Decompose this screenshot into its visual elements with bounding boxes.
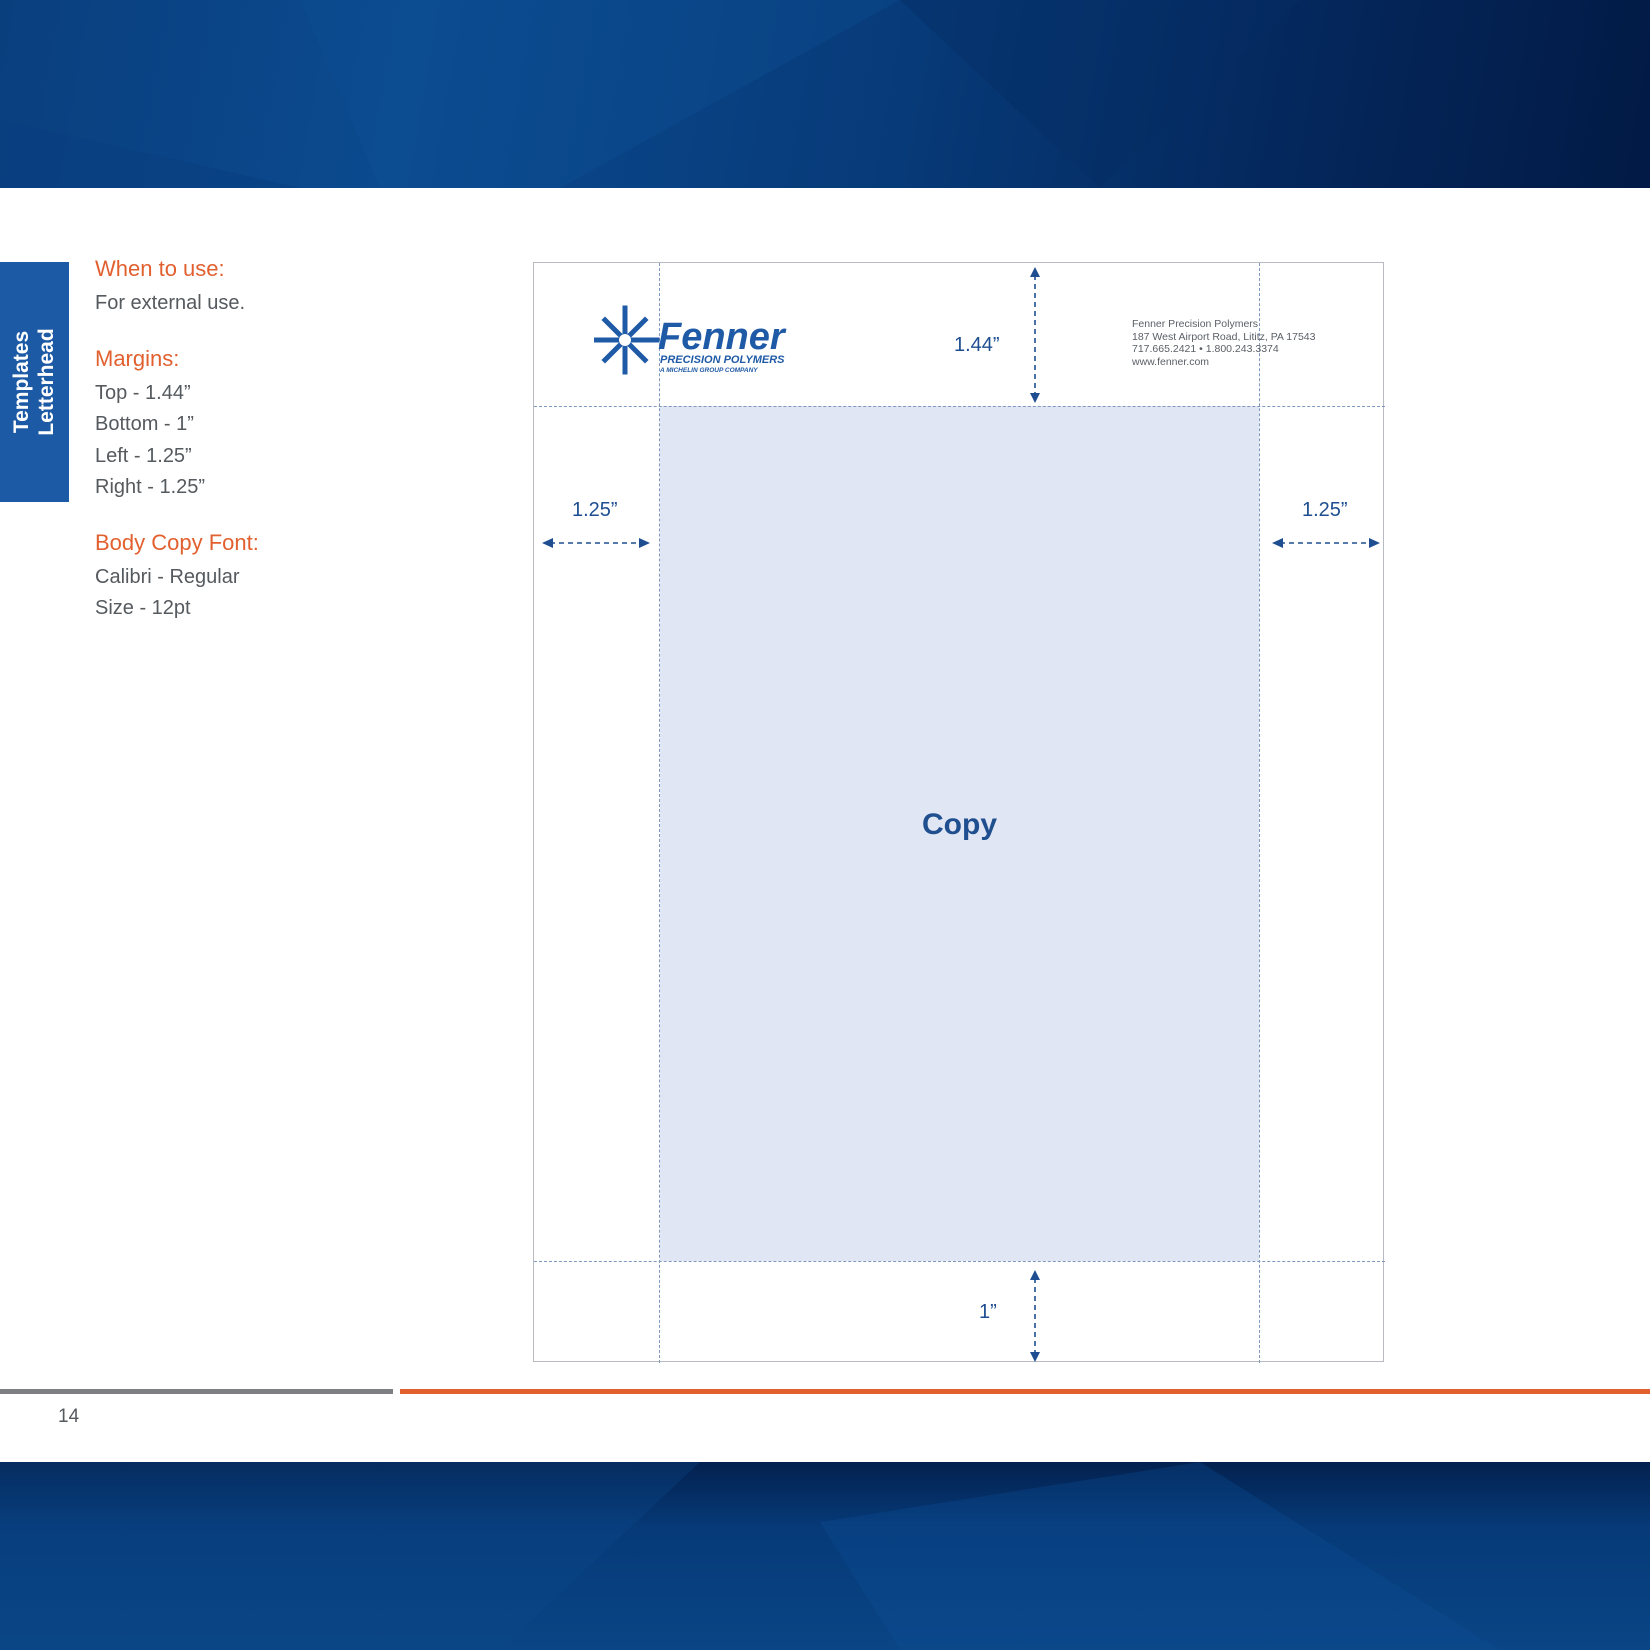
spec-column: When to use: For external use. Margins: … [95,256,475,625]
header-band-facets [0,0,1300,188]
page-number: 14 [58,1406,80,1427]
section-tab-label: Templates Letterhead [9,328,59,435]
top-margin-guide [534,406,1385,407]
logo-wordmark: Fenner [658,316,787,358]
fenner-logo: Fenner PRECISION POLYMERS A MICHELIN GRO… [594,305,787,375]
header-band [0,0,1650,188]
address-line: 717.665.2421 • 1.800.243.3374 [1132,343,1279,355]
tab-line-letterhead: Letterhead [35,328,58,436]
address-line: Fenner Precision Polymers [1132,318,1259,330]
address-line: 187 West Airport Road, Lititz, PA 17543 [1132,330,1316,343]
logo-tagline: PRECISION POLYMERS [660,354,785,366]
bottom-margin-guide [534,1261,1385,1262]
margins-heading: Margins: [95,345,180,371]
bottom-margin-dimension: 1” [979,1301,997,1323]
bottom-margin-arrow-icon [1030,1270,1040,1362]
tab-line-templates: Templates [10,330,33,434]
margin-left-text: Left - 1.25” [95,444,192,467]
body-font-name: Calibri - Regular [95,565,240,588]
footer-rule-gray [0,1389,393,1394]
copy-label: Copy [922,808,997,841]
right-margin-dimension: 1.25” [1302,499,1348,521]
when-to-use-heading: When to use: [95,256,225,281]
company-address: Fenner Precision Polymers 187 West Airpo… [1132,318,1315,368]
left-margin-dimension: 1.25” [572,499,618,521]
footer-band-facets [0,1462,1500,1650]
footer-band [0,1462,1650,1650]
snowflake-icon [594,305,660,375]
right-margin-arrow-icon [1272,538,1380,548]
top-margin-dimension: 1.44” [954,334,1000,356]
body-font-heading: Body Copy Font: [95,529,259,555]
when-to-use-text: For external use. [95,292,246,314]
address-line: www.fenner.com [1132,355,1210,368]
footer-rule-orange [400,1389,1650,1394]
margin-bottom-text: Bottom - 1” [95,413,194,435]
logo-subtagline: A MICHELIN GROUP COMPANY [659,367,758,374]
letterhead-page: Fenner PRECISION POLYMERS A MICHELIN GRO… [533,262,1385,1363]
body-font-size: Size - 12pt [95,597,191,619]
left-margin-arrow-icon [542,538,650,548]
margin-right-text: Right - 1.25” [95,476,206,498]
top-margin-arrow-icon [1030,267,1040,403]
margin-top-text: Top - 1.44” [95,381,191,404]
